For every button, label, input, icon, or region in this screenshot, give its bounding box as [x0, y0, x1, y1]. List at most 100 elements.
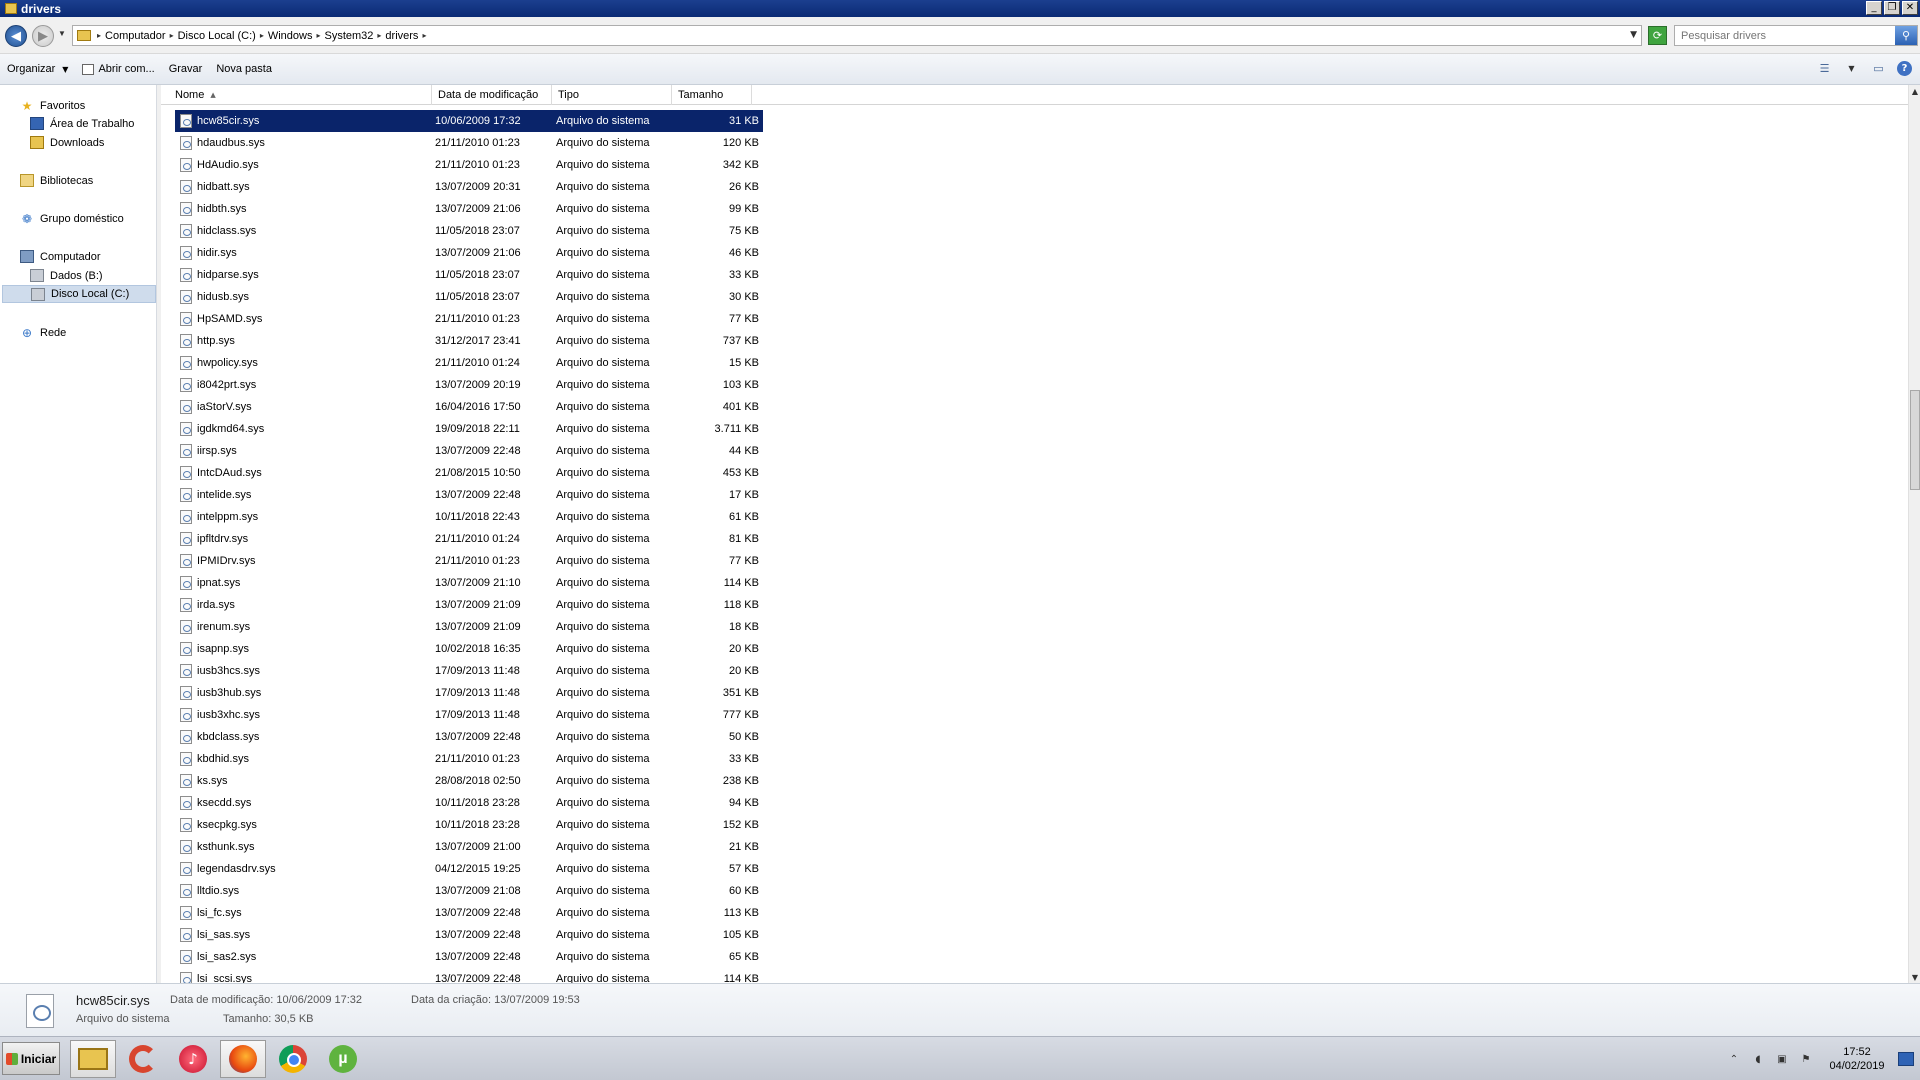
table-row[interactable]: hidbatt.sys 13/07/2009 20:31 Arquivo do si…	[175, 176, 763, 198]
file-name-cell[interactable]: iaStorV.sys	[180, 396, 380, 418]
table-row[interactable]: iusb3xhc.sys 17/09/2013 11:48 Arquivo do s…	[175, 704, 763, 726]
preview-pane-icon[interactable]: ▭	[1870, 60, 1887, 76]
file-name-cell[interactable]: legendasdrv.sys	[180, 858, 380, 880]
table-row[interactable]: igdkmd64.sys 19/09/2018 22:11 Arquivo do s…	[175, 418, 763, 440]
nav-homegroup[interactable]: ❁ Grupo doméstico	[20, 212, 124, 226]
table-row[interactable]: hidir.sys 13/07/2009 21:06 Arquivo do sist…	[175, 242, 763, 264]
close-button[interactable]: ✕	[1902, 1, 1918, 15]
file-name-cell[interactable]: ksecpkg.sys	[180, 814, 380, 836]
chevron-right-icon[interactable]: ▸	[97, 31, 101, 40]
column-header-type[interactable]: Tipo	[552, 85, 672, 105]
help-icon[interactable]: ?	[1897, 60, 1912, 76]
file-name-cell[interactable]: ks.sys	[180, 770, 380, 792]
breadcrumb-drivers[interactable]: drivers	[385, 30, 418, 42]
table-row[interactable]: hidclass.sys 11/05/2018 23:07 Arquivo do s…	[175, 220, 763, 242]
view-options-icon[interactable]: ☰	[1816, 60, 1833, 76]
address-bar[interactable]: ▸ Computador ▸ Disco Local (C:) ▸ Window…	[72, 25, 1642, 46]
table-row[interactable]: IPMIDrv.sys 21/11/2010 01:23 Arquivo do si…	[175, 550, 763, 572]
search-box[interactable]: ⚲	[1674, 25, 1918, 46]
vertical-scrollbar[interactable]: ▲ ▼	[1908, 85, 1920, 983]
nav-downloads[interactable]: Downloads	[30, 136, 104, 149]
chevron-right-icon[interactable]: ▸	[422, 31, 426, 40]
file-name-cell[interactable]: irenum.sys	[180, 616, 380, 638]
burn-button[interactable]: Gravar	[162, 54, 210, 84]
chevron-right-icon[interactable]: ▸	[377, 31, 381, 40]
table-row[interactable]: hidbth.sys 13/07/2009 21:06 Arquivo do sis…	[175, 198, 763, 220]
table-row[interactable]: ksecdd.sys 10/11/2018 23:28 Arquivo do sis…	[175, 792, 763, 814]
volume-icon[interactable]: ◖	[1751, 1052, 1765, 1066]
file-name-cell[interactable]: ipnat.sys	[180, 572, 380, 594]
table-row[interactable]: lsi_fc.sys 13/07/2009 22:48 Arquivo do sis…	[175, 902, 763, 924]
nav-computer[interactable]: Computador	[20, 250, 101, 263]
table-row[interactable]: lsi_sas2.sys 13/07/2009 22:48 Arquivo do s…	[175, 946, 763, 968]
file-name-cell[interactable]: HpSAMD.sys	[180, 308, 380, 330]
table-row[interactable]: legendasdrv.sys 04/12/2015 19:25 Arquivo d…	[175, 858, 763, 880]
clock[interactable]: 17:52 04/02/2019	[1822, 1045, 1892, 1073]
start-button[interactable]: Iniciar	[2, 1042, 60, 1075]
file-name-cell[interactable]: hidir.sys	[180, 242, 380, 264]
file-name-cell[interactable]: hidbth.sys	[180, 198, 380, 220]
taskbar-explorer[interactable]	[70, 1040, 116, 1078]
table-row[interactable]: hcw85cir.sys 10/06/2009 17:32 Arquivo do s…	[175, 110, 763, 132]
file-name-cell[interactable]: i8042prt.sys	[180, 374, 380, 396]
file-name-cell[interactable]: lsi_fc.sys	[180, 902, 380, 924]
taskbar-firefox[interactable]	[220, 1040, 266, 1078]
column-header-size[interactable]: Tamanho	[672, 85, 752, 105]
breadcrumb-windows[interactable]: Windows	[268, 30, 313, 42]
file-name-cell[interactable]: IPMIDrv.sys	[180, 550, 380, 572]
nav-drive-c[interactable]: Disco Local (C:)	[2, 285, 156, 303]
table-row[interactable]: ipfltdrv.sys 21/11/2010 01:24 Arquivo do s…	[175, 528, 763, 550]
file-name-cell[interactable]: lsi_sas2.sys	[180, 946, 380, 968]
table-row[interactable]: lsi_scsi.sys 13/07/2009 22:48 Arquivo do s…	[175, 968, 763, 983]
table-row[interactable]: iirsp.sys 13/07/2009 22:48 Arquivo do sist…	[175, 440, 763, 462]
breadcrumb-computer[interactable]: Computador	[105, 30, 166, 42]
taskbar-utorrent[interactable]: µ	[320, 1040, 366, 1078]
file-name-cell[interactable]: iirsp.sys	[180, 440, 380, 462]
history-dropdown-icon[interactable]: ▼	[58, 29, 66, 38]
table-row[interactable]: irda.sys 13/07/2009 21:09 Arquivo do siste…	[175, 594, 763, 616]
column-header-modified[interactable]: Data de modificação	[432, 85, 552, 105]
table-row[interactable]: hidparse.sys 11/05/2018 23:07 Arquivo do s…	[175, 264, 763, 286]
file-name-cell[interactable]: hidusb.sys	[180, 286, 380, 308]
table-row[interactable]: ksecpkg.sys 10/11/2018 23:28 Arquivo do si…	[175, 814, 763, 836]
file-name-cell[interactable]: kbdhid.sys	[180, 748, 380, 770]
back-button[interactable]: ◀	[5, 25, 27, 47]
file-name-cell[interactable]: http.sys	[180, 330, 380, 352]
table-row[interactable]: hidusb.sys 11/05/2018 23:07 Arquivo do sis…	[175, 286, 763, 308]
scroll-down-icon[interactable]: ▼	[1909, 971, 1920, 983]
table-row[interactable]: lltdio.sys 13/07/2009 21:08 Arquivo do sis…	[175, 880, 763, 902]
file-name-cell[interactable]: hcw85cir.sys	[180, 110, 380, 132]
table-row[interactable]: intelppm.sys 10/11/2018 22:43 Arquivo do s…	[175, 506, 763, 528]
table-row[interactable]: kbdclass.sys 13/07/2009 22:48 Arquivo do s…	[175, 726, 763, 748]
file-name-cell[interactable]: ksthunk.sys	[180, 836, 380, 858]
restore-button[interactable]: ❐	[1884, 1, 1900, 15]
window-titlebar[interactable]: drivers _ ❐ ✕	[0, 0, 1920, 17]
file-name-cell[interactable]: lsi_scsi.sys	[180, 968, 380, 983]
file-name-cell[interactable]: igdkmd64.sys	[180, 418, 380, 440]
scrollbar-thumb[interactable]	[1910, 390, 1920, 490]
table-row[interactable]: http.sys 31/12/2017 23:41 Arquivo do siste…	[175, 330, 763, 352]
table-row[interactable]: iusb3hub.sys 17/09/2013 11:48 Arquivo do s…	[175, 682, 763, 704]
table-row[interactable]: HpSAMD.sys 21/11/2010 01:23 Arquivo do sis…	[175, 308, 763, 330]
chevron-right-icon[interactable]: ▸	[316, 31, 320, 40]
open-with-button[interactable]: Abrir com...	[75, 54, 161, 84]
file-name-cell[interactable]: intelppm.sys	[180, 506, 380, 528]
table-row[interactable]: ipnat.sys 13/07/2009 21:10 Arquivo do sist…	[175, 572, 763, 594]
chevron-down-icon[interactable]: ▼	[1843, 60, 1860, 76]
taskbar-itunes[interactable]: ♪	[170, 1040, 216, 1078]
action-center-icon[interactable]: ⚑	[1799, 1052, 1813, 1066]
file-name-cell[interactable]: lsi_sas.sys	[180, 924, 380, 946]
taskbar-chrome[interactable]	[270, 1040, 316, 1078]
taskbar-ccleaner[interactable]	[120, 1040, 166, 1078]
file-name-cell[interactable]: lltdio.sys	[180, 880, 380, 902]
minimize-button[interactable]: _	[1866, 1, 1882, 15]
table-row[interactable]: HdAudio.sys 21/11/2010 01:23 Arquivo do si…	[175, 154, 763, 176]
nav-drive-b[interactable]: Dados (B:)	[30, 269, 103, 282]
organize-button[interactable]: Organizar ▼	[0, 54, 75, 84]
file-name-cell[interactable]: hidparse.sys	[180, 264, 380, 286]
file-name-cell[interactable]: hidbatt.sys	[180, 176, 380, 198]
refresh-button[interactable]: ⟳	[1648, 26, 1667, 45]
file-name-cell[interactable]: hdaudbus.sys	[180, 132, 380, 154]
table-row[interactable]: irenum.sys 13/07/2009 21:09 Arquivo do sis…	[175, 616, 763, 638]
table-row[interactable]: iusb3hcs.sys 17/09/2013 11:48 Arquivo do s…	[175, 660, 763, 682]
